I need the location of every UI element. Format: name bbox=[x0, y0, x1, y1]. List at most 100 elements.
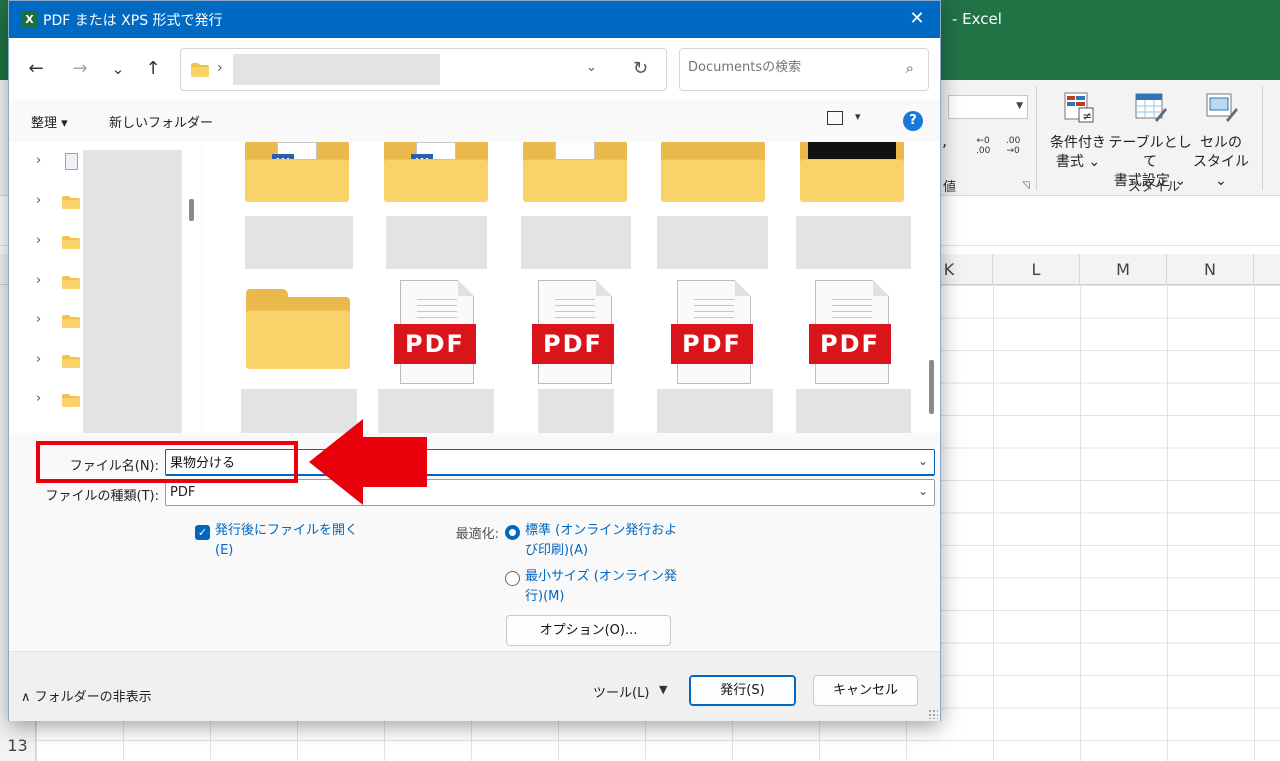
chevron-right-icon[interactable]: › bbox=[36, 193, 41, 208]
optimize-minimum-label-2[interactable]: 行)(M) bbox=[525, 587, 564, 607]
number-group-label: 値 bbox=[943, 180, 957, 195]
svg-text:≠: ≠ bbox=[1082, 109, 1092, 123]
folder-icon bbox=[62, 315, 80, 328]
navigation-bar: ← → ⌄ ↑ › ⌄ ↻ ⌕ bbox=[9, 38, 940, 100]
resize-grip-icon[interactable] bbox=[928, 709, 938, 719]
column-header-l[interactable]: L bbox=[993, 254, 1080, 285]
conditional-format-button[interactable]: ≠ 条件付き 書式 ⌄ bbox=[1046, 90, 1110, 172]
folder-icon bbox=[191, 63, 209, 77]
close-button[interactable]: ✕ bbox=[902, 5, 932, 33]
excel-app-icon: X bbox=[21, 11, 38, 28]
optimize-standard-label-1[interactable]: 標準 (オンライン発行およ bbox=[525, 521, 677, 541]
pdf-label: PDF bbox=[532, 324, 614, 364]
tree-scrollbar[interactable] bbox=[189, 199, 194, 221]
view-options-icon[interactable] bbox=[827, 111, 843, 125]
folder-icon bbox=[800, 142, 904, 202]
file-name-redacted bbox=[657, 389, 773, 433]
tools-menu[interactable]: ツール(L) bbox=[593, 682, 649, 701]
open-after-publish-label-2[interactable]: (E) bbox=[215, 541, 233, 561]
dialog-titlebar: X PDF または XPS 形式で発行 ✕ bbox=[9, 1, 940, 38]
comma-style-button[interactable]: , bbox=[942, 133, 947, 149]
conditional-format-icon: ≠ bbox=[1064, 92, 1094, 123]
chevron-right-icon[interactable]: › bbox=[36, 352, 41, 367]
callout-arrow-icon bbox=[309, 419, 427, 505]
view-options-caret-icon[interactable]: ▾ bbox=[855, 110, 861, 123]
excel-app-title: - Excel bbox=[952, 10, 1002, 28]
styles-group-label: スタイル bbox=[1128, 180, 1181, 195]
address-bar[interactable]: › ⌄ ↻ bbox=[180, 48, 667, 91]
hide-folders-button[interactable]: ∧ フォルダーの非表示 bbox=[21, 686, 152, 705]
search-input[interactable] bbox=[688, 60, 888, 75]
file-item-pdf[interactable]: PDF bbox=[809, 280, 891, 384]
tree-labels-redacted bbox=[83, 150, 182, 433]
cell-styles-label-2: スタイル ⌄ bbox=[1193, 154, 1249, 189]
file-list-scrollbar[interactable] bbox=[929, 360, 934, 414]
ribbon-separator bbox=[1262, 86, 1263, 190]
chevron-right-icon[interactable]: › bbox=[36, 391, 41, 406]
optimize-label: 最適化: bbox=[455, 527, 499, 542]
document-icon bbox=[65, 153, 78, 170]
open-after-publish-checkbox[interactable]: ✓ bbox=[195, 525, 210, 540]
filetype-label: ファイルの種類(T): bbox=[45, 489, 159, 504]
dialog-toolbar: 整理 ▾ 新しいフォルダー ▾ ? bbox=[9, 100, 940, 142]
column-header-m[interactable]: M bbox=[1080, 254, 1167, 285]
chevron-right-icon[interactable]: › bbox=[36, 273, 41, 288]
organize-menu[interactable]: 整理 ▾ bbox=[31, 112, 68, 131]
cell-styles-button[interactable]: セルの スタイル ⌄ bbox=[1190, 90, 1252, 191]
optimize-minimum-label-1[interactable]: 最小サイズ (オンライン発 bbox=[525, 567, 677, 587]
file-name-redacted bbox=[538, 389, 614, 433]
ribbon-separator bbox=[1036, 86, 1037, 190]
optimize-standard-label-2[interactable]: び印刷)(A) bbox=[525, 541, 588, 561]
search-icon[interactable]: ⌕ bbox=[906, 59, 914, 77]
folder-icon bbox=[62, 236, 80, 249]
conditional-format-label-2: 書式 ⌄ bbox=[1055, 154, 1101, 170]
format-as-table-label-1: テーブルとして bbox=[1108, 135, 1192, 170]
help-icon[interactable]: ? bbox=[903, 111, 923, 131]
chevron-right-icon[interactable]: › bbox=[36, 233, 41, 248]
tools-caret-icon[interactable]: ▼ bbox=[659, 683, 667, 696]
recent-locations-button[interactable]: ⌄ bbox=[105, 56, 131, 82]
column-header-n[interactable]: N bbox=[1167, 254, 1254, 285]
publish-button[interactable]: 発行(S) bbox=[689, 675, 796, 706]
open-after-publish-label-1[interactable]: 発行後にファイルを開く bbox=[215, 521, 358, 541]
file-list: W W bbox=[202, 142, 940, 433]
filetype-select[interactable]: PDF ⌄ bbox=[165, 479, 935, 506]
folder-icon bbox=[62, 394, 80, 407]
folder-icon bbox=[62, 355, 80, 368]
number-format-combo[interactable]: ▼ bbox=[948, 95, 1028, 119]
increase-decimal-button[interactable]: ←0 .00 bbox=[976, 136, 990, 156]
forward-button[interactable]: → bbox=[67, 56, 93, 82]
folder-icon: W bbox=[384, 142, 488, 202]
publish-pdf-dialog: X PDF または XPS 形式で発行 ✕ ← → ⌄ ↑ › ⌄ ↻ ⌕ 整理… bbox=[8, 0, 941, 721]
folder-icon bbox=[246, 289, 350, 369]
optimize-standard-radio[interactable] bbox=[505, 525, 520, 540]
up-button[interactable]: ↑ bbox=[140, 56, 166, 82]
optimize-minimum-radio[interactable] bbox=[505, 571, 520, 586]
row-header-13[interactable]: 13 bbox=[0, 730, 36, 761]
chevron-right-icon[interactable]: › bbox=[36, 312, 41, 327]
callout-highlight-box bbox=[36, 441, 298, 483]
cancel-button[interactable]: キャンセル bbox=[813, 675, 918, 706]
back-button[interactable]: ← bbox=[23, 56, 49, 82]
chevron-down-icon: ▼ bbox=[1016, 101, 1023, 111]
pdf-label: PDF bbox=[809, 324, 891, 364]
address-dropdown-icon[interactable]: ⌄ bbox=[586, 60, 597, 75]
file-item-pdf[interactable]: PDF bbox=[532, 280, 614, 384]
cell-styles-icon bbox=[1206, 93, 1238, 122]
file-name-redacted bbox=[657, 216, 768, 269]
dialog-launcher-icon[interactable]: ◹ bbox=[1022, 180, 1030, 191]
new-folder-button[interactable]: 新しいフォルダー bbox=[109, 112, 213, 131]
file-item-pdf[interactable]: PDF bbox=[394, 280, 476, 384]
pdf-label: PDF bbox=[394, 324, 476, 364]
chevron-down-icon[interactable]: ⌄ bbox=[918, 484, 928, 498]
dialog-title: PDF または XPS 形式で発行 bbox=[43, 13, 223, 29]
chevron-down-icon[interactable]: ⌄ bbox=[918, 454, 928, 468]
chevron-right-icon[interactable]: › bbox=[36, 153, 41, 168]
search-box[interactable]: ⌕ bbox=[679, 48, 929, 91]
options-button[interactable]: オプション(O)... bbox=[506, 615, 671, 646]
decrease-decimal-button[interactable]: .00 →0 bbox=[1006, 136, 1020, 156]
refresh-icon[interactable]: ↻ bbox=[633, 58, 648, 79]
file-name-redacted bbox=[245, 216, 353, 269]
address-path-redacted bbox=[233, 54, 440, 85]
file-item-pdf[interactable]: PDF bbox=[671, 280, 753, 384]
